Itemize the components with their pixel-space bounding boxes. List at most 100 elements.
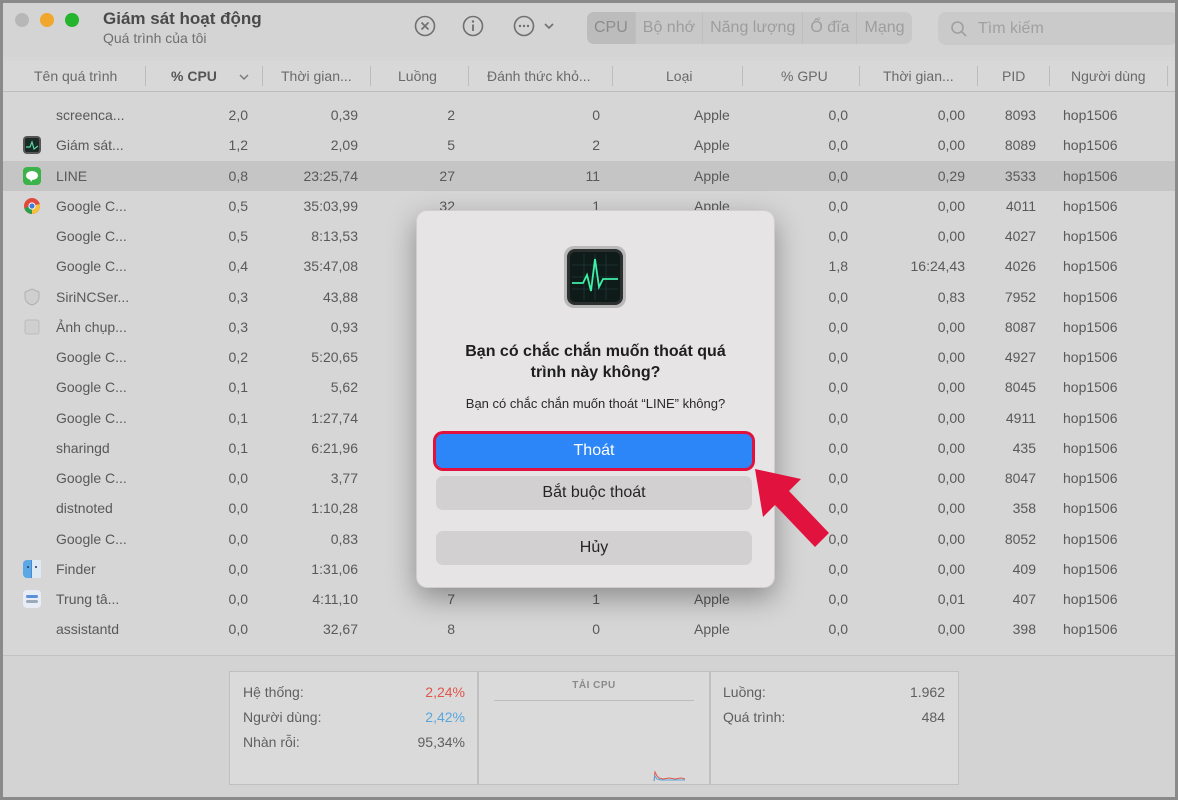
- cell-name: sharingd: [56, 439, 110, 456]
- cell-user: hop1506: [1063, 167, 1118, 184]
- header-process-name[interactable]: Tên quá trình: [34, 68, 117, 84]
- force-quit-button[interactable]: Bắt buộc thoát: [436, 476, 752, 510]
- threads-panel: Luồng: 1.962 Quá trình: 484: [710, 671, 959, 785]
- cell-pid: 409: [1012, 560, 1036, 577]
- cpu-load-graph: [653, 770, 686, 782]
- cell-pid: 8087: [1004, 318, 1036, 335]
- cell-gputime: 0,00: [937, 409, 965, 426]
- close-window-button[interactable]: [15, 13, 29, 27]
- cell-name: Trung tâ...: [56, 591, 120, 607]
- cell-gputime: 0,00: [937, 349, 965, 365]
- cell-user: hop1506: [1063, 560, 1118, 577]
- header-threads[interactable]: Luồng: [398, 68, 437, 84]
- quit-confirmation-dialog: Bạn có chắc chắn muốn thoát quá trình nà…: [416, 210, 775, 588]
- quit-button[interactable]: Thoát: [436, 434, 752, 468]
- tab-memory[interactable]: Bộ nhớ: [636, 12, 704, 44]
- cell-user: hop1506: [1063, 197, 1118, 214]
- cell-user: hop1506: [1063, 500, 1118, 517]
- cell-name: Ảnh chụp...: [56, 318, 127, 335]
- line-icon: [23, 166, 41, 185]
- cell-pid: 8045: [1004, 379, 1036, 396]
- cell-kind: Apple: [694, 107, 730, 123]
- cell-name: Google C...: [56, 228, 127, 244]
- tab-disk[interactable]: Ổ đĩa: [803, 12, 858, 44]
- tab-cpu[interactable]: CPU: [587, 12, 636, 44]
- header-kind[interactable]: Loại: [666, 68, 692, 84]
- cell-kind: Apple: [694, 167, 730, 184]
- cell-name: distnoted: [56, 500, 113, 517]
- stop-process-icon[interactable]: [414, 15, 436, 37]
- cell-user: hop1506: [1063, 470, 1118, 486]
- header-cpu[interactable]: % CPU: [171, 68, 217, 84]
- cpu-usage-panel: Hệ thống: 2,24% Người dùng: 2,42% Nhàn r…: [229, 671, 478, 785]
- cell-pid: 4011: [1005, 197, 1036, 214]
- cell-gpu: 0,0: [828, 197, 848, 214]
- table-row[interactable]: Giám sát... 1,2 2,09 5 2 Apple 0,0 0,00 8089 hop1…: [3, 130, 1175, 160]
- zoom-window-button[interactable]: [65, 13, 79, 27]
- header-user[interactable]: Người dùng: [1071, 68, 1146, 84]
- tab-energy[interactable]: Năng lượng: [703, 12, 804, 44]
- threads-label: Luồng:: [723, 684, 766, 700]
- cell-gputime: 0,00: [937, 228, 965, 244]
- header-gpu[interactable]: % GPU: [781, 68, 828, 84]
- header-idle-wakeups[interactable]: Đánh thức khỏ...: [487, 68, 591, 84]
- table-row[interactable]: assistantd 0,0 32,67 8 0 Apple 0,0 0,00 398 hop15…: [3, 614, 1175, 644]
- app-window: Giám sát hoạt động Quá trình của tôi CPU…: [0, 0, 1178, 800]
- cell-user: hop1506: [1063, 439, 1118, 456]
- cell-time: 5,62: [330, 379, 358, 396]
- chrome-icon: [23, 197, 41, 215]
- table-row[interactable]: LINE 0,8 23:25,74 27 11 Apple 0,0 0,29 3533 hop15…: [3, 160, 1175, 191]
- cell-pid: 398: [1012, 621, 1036, 638]
- cell-user: hop1506: [1063, 591, 1118, 607]
- minimize-window-button[interactable]: [40, 13, 54, 27]
- header-pid[interactable]: PID: [1002, 68, 1025, 84]
- cell-gputime: 0,00: [937, 107, 965, 123]
- dialog-message: Bạn có chắc chắn muốn thoát “LINE” không…: [465, 396, 726, 411]
- cell-pid: 8047: [1004, 470, 1036, 486]
- cell-user: hop1506: [1063, 228, 1118, 244]
- table-row[interactable]: screenca... 2,0 0,39 2 0 Apple 0,0 0,00 8093 hop1…: [3, 100, 1175, 130]
- idle-value: 95,34%: [417, 734, 465, 750]
- processes-label: Quá trình:: [723, 709, 786, 725]
- more-actions-icon[interactable]: [513, 15, 557, 37]
- tab-network[interactable]: Mạng: [857, 12, 911, 44]
- cell-pid: 4026: [1004, 258, 1036, 275]
- cell-name: LINE: [56, 167, 88, 184]
- cell-name: assistantd: [56, 621, 120, 638]
- window-subtitle: Quá trình của tôi: [103, 30, 207, 46]
- cell-time: 1:31,06: [311, 560, 358, 577]
- cancel-button[interactable]: Hủy: [436, 531, 752, 565]
- activity-monitor-icon: [23, 136, 41, 155]
- cell-gpu: 0,0: [828, 591, 848, 607]
- cell-name: Google C...: [56, 470, 127, 486]
- cell-time: 6:21,96: [311, 439, 358, 456]
- cell-gpu: 0,0: [828, 409, 848, 426]
- control-center-icon: [23, 590, 41, 608]
- header-cpu-time[interactable]: Thời gian...: [281, 68, 352, 84]
- cell-threads: 8: [447, 621, 455, 638]
- cell-pid: 3533: [1004, 167, 1036, 184]
- cell-threads: 2: [447, 107, 455, 123]
- system-value: 2,24%: [425, 684, 465, 700]
- cell-gputime: 0,00: [937, 500, 965, 517]
- cell-user: hop1506: [1063, 318, 1118, 335]
- cell-gputime: 0,01: [937, 591, 965, 607]
- header-gpu-time[interactable]: Thời gian...: [883, 68, 954, 84]
- cell-user: hop1506: [1063, 409, 1118, 426]
- cell-cpu: 0,0: [228, 470, 248, 486]
- info-icon[interactable]: [462, 15, 484, 37]
- cell-time: 32,67: [322, 621, 358, 638]
- search-input[interactable]: Tìm kiếm: [938, 12, 1175, 45]
- cell-gpu: 0,0: [828, 288, 848, 305]
- system-label: Hệ thống:: [243, 684, 304, 700]
- cell-cpu: 0,1: [228, 439, 248, 456]
- cell-name: screenca...: [56, 107, 125, 123]
- activity-monitor-icon: [564, 246, 626, 308]
- cell-pid: 435: [1012, 439, 1036, 456]
- cell-pid: 4927: [1004, 349, 1036, 365]
- finder-icon: [23, 559, 41, 578]
- cell-wakes: 11: [585, 167, 600, 184]
- cell-gpu: 0,0: [828, 349, 848, 365]
- table-row[interactable]: Trung tâ... 0,0 4:11,10 7 1 Apple 0,0 0,01 407 ho…: [3, 584, 1175, 614]
- cell-user: hop1506: [1063, 137, 1118, 154]
